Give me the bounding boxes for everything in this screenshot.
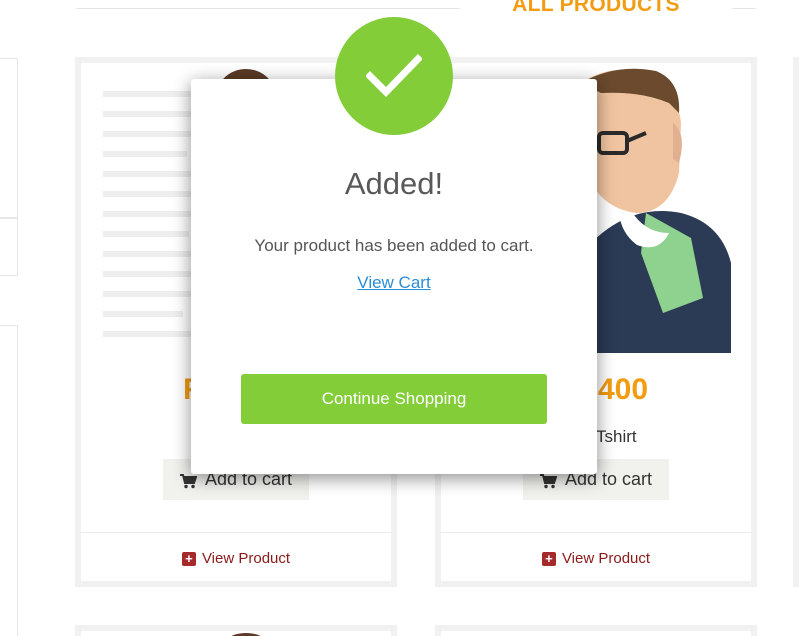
dialog-title: Added! [344, 166, 444, 201]
continue-shopping-button[interactable]: Continue Shopping [241, 374, 547, 424]
checkmark-icon [335, 17, 453, 135]
view-cart-link[interactable]: View Cart [357, 273, 430, 292]
dialog-message: Your product has been added to cart. [254, 236, 534, 255]
view-cart-container: View Cart [191, 273, 597, 293]
added-to-cart-dialog: Added! Your product has been added to ca… [191, 79, 597, 474]
page: ALL PRODUCTS Add to cart + View Product … [0, 0, 799, 636]
